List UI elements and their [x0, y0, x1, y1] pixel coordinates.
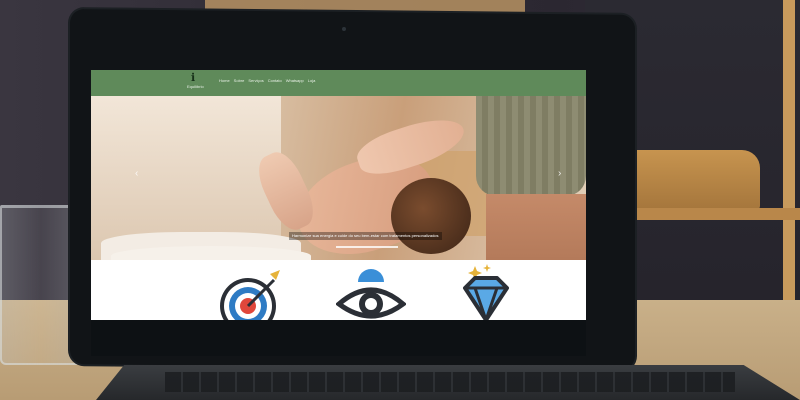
site-navbar: ℹ Equilíbrio Home Sobre Serviços Contato… — [91, 70, 586, 96]
nav-menu: Home Sobre Serviços Contato Whatsapp Loj… — [219, 78, 315, 83]
nav-link-whatsapp[interactable]: Whatsapp — [286, 78, 304, 83]
webcam — [342, 27, 346, 31]
nav-link-home[interactable]: Home — [219, 78, 230, 83]
brand-name: Equilíbrio — [187, 84, 204, 89]
slider-indicator[interactable] — [336, 246, 398, 248]
therapist-legs — [486, 194, 586, 260]
slider-prev-icon[interactable]: ‹ — [135, 168, 138, 179]
features-section — [91, 260, 586, 320]
shelf-post — [783, 0, 795, 300]
eye-gear-icon — [336, 269, 406, 319]
nav-link-store[interactable]: Loja — [308, 78, 316, 83]
slider-next-icon[interactable]: › — [558, 168, 561, 179]
nav-link-contact[interactable]: Contato — [268, 78, 282, 83]
target-icon — [220, 270, 280, 320]
hero-caption: Harmonize sua energia e cuide do seu bem… — [289, 232, 442, 240]
site-logo[interactable]: ℹ Equilíbrio — [187, 72, 211, 94]
nav-link-services[interactable]: Serviços — [248, 78, 263, 83]
towel — [111, 246, 311, 260]
laptop-keyboard — [165, 372, 735, 392]
client-hair — [391, 178, 471, 254]
therapist-dress — [476, 96, 586, 196]
laptop-screen: ℹ Equilíbrio Home Sobre Serviços Contato… — [91, 70, 586, 320]
nav-link-about[interactable]: Sobre — [234, 78, 245, 83]
hero-slider: ‹ › Harmonize sua energia e cuide do seu… — [91, 96, 586, 260]
screen-bezel-bottom — [91, 320, 586, 356]
logo-mark-icon: ℹ — [191, 72, 196, 84]
diamond-sparkle-icon — [463, 264, 509, 320]
